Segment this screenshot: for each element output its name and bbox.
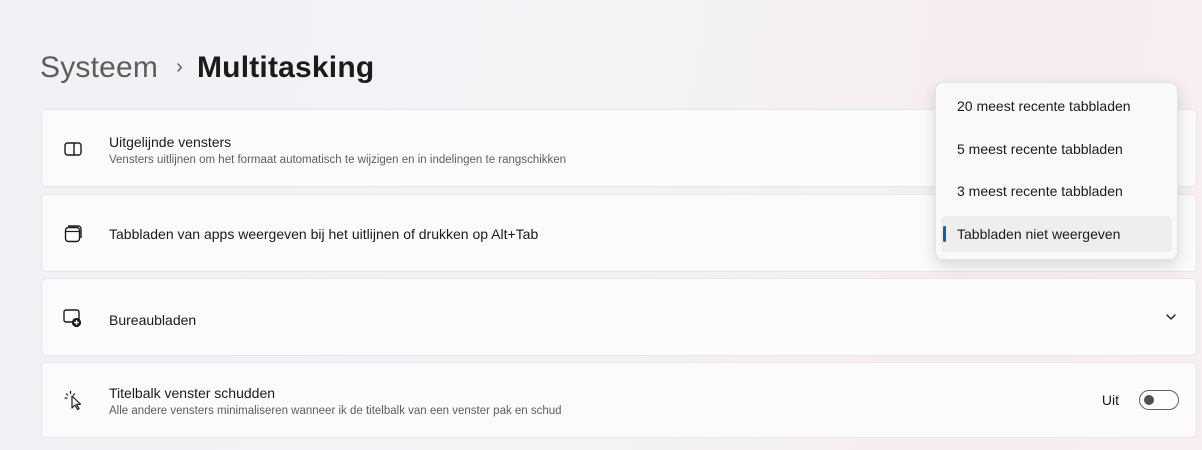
chevron-down-icon[interactable] <box>1164 310 1178 324</box>
setting-description: Vensters uitlijnen om het formaat automa… <box>109 154 567 166</box>
toggle-knob <box>1144 395 1154 405</box>
snap-windows-icon <box>62 138 84 160</box>
virtual-desktops-icon <box>62 307 84 329</box>
setting-title: Bureaubladen <box>109 312 197 328</box>
setting-title: Tabbladen van apps weergeven bij het uit… <box>109 226 539 242</box>
setting-title: Titelbalk venster schudden <box>109 385 276 401</box>
dropdown-option-label: Tabbladen niet weergeven <box>957 226 1121 242</box>
dropdown-option-20-recent[interactable]: 20 meest recente tabbladen <box>941 88 1172 124</box>
shake-toggle-group: Uit <box>1102 390 1179 410</box>
title-bar-shake-icon <box>62 389 84 411</box>
dropdown-option-3-recent[interactable]: 3 meest recente tabbladen <box>941 173 1172 209</box>
breadcrumb: Systeem › Multitasking <box>40 48 374 88</box>
toggle-state-label: Uit <box>1101 392 1119 408</box>
breadcrumb-parent-systeem[interactable]: Systeem <box>40 51 158 85</box>
setting-virtual-desktops[interactable]: Bureaubladen <box>41 278 1197 356</box>
shake-toggle-switch[interactable] <box>1139 390 1179 410</box>
dropdown-option-5-recent[interactable]: 5 meest recente tabbladen <box>941 131 1172 167</box>
page-title: Multitasking <box>196 51 375 84</box>
setting-title-bar-shake[interactable]: Titelbalk venster schudden Alle andere v… <box>41 362 1197 438</box>
breadcrumb-separator-icon: › <box>176 55 183 78</box>
selection-indicator <box>943 226 946 242</box>
setting-description: Alle andere vensters minimaliseren wanne… <box>109 405 562 417</box>
app-tabs-icon <box>62 223 84 245</box>
alt-tab-dropdown-menu: 20 meest recente tabbladen 5 meest recen… <box>935 82 1178 260</box>
setting-title: Uitgelijnde vensters <box>109 134 232 150</box>
dropdown-option-no-tabs[interactable]: Tabbladen niet weergeven <box>941 216 1172 252</box>
